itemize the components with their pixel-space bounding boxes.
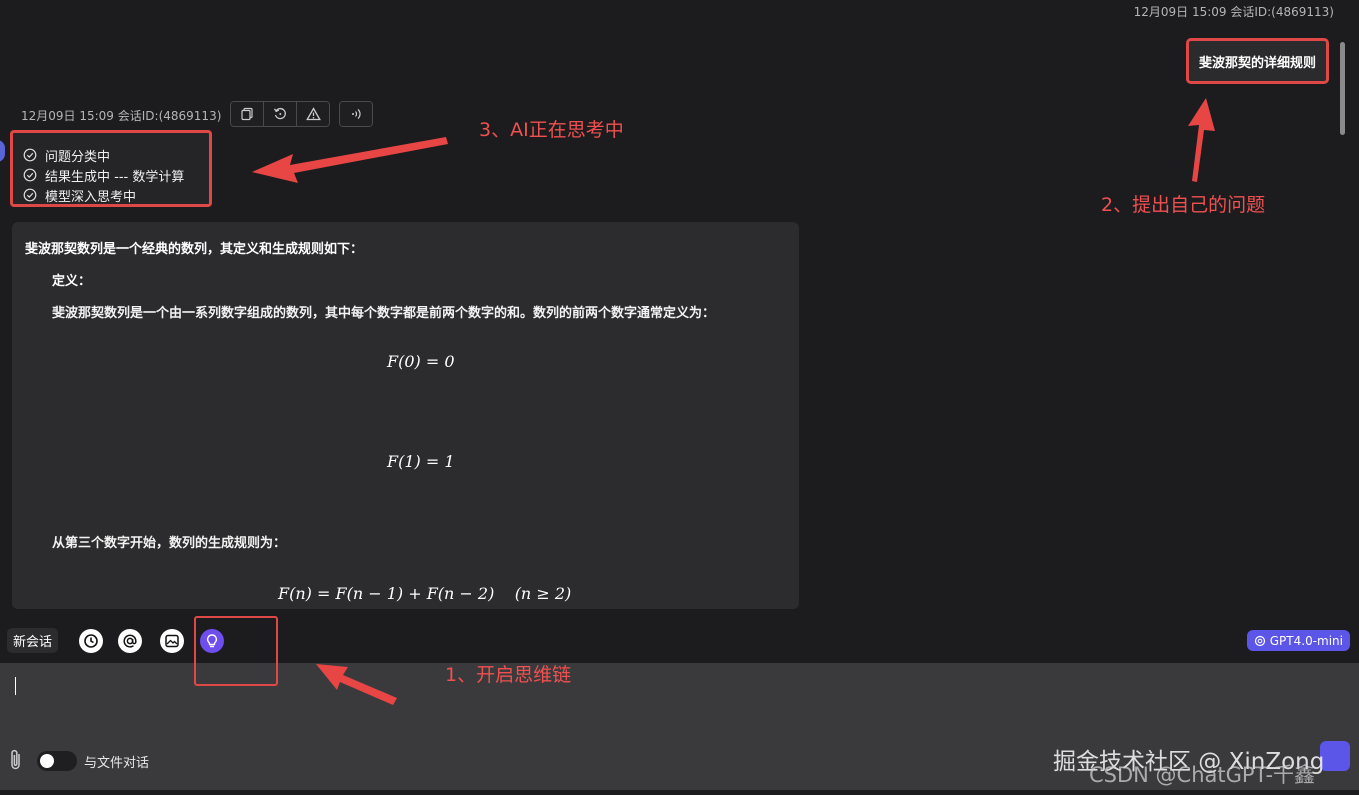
- watermark-csdn: CSDN @ChatGPT-千鑫: [1089, 763, 1316, 787]
- annotation-3: 3、AI正在思考中: [479, 119, 624, 141]
- annotation-2: 2、提出自己的问题: [1101, 194, 1266, 216]
- arrow-to-question: [1188, 98, 1215, 182]
- arrow-to-status: [252, 137, 448, 183]
- annotation-1: 1、开启思维链: [445, 664, 572, 686]
- annotation-arrows: [252, 98, 1215, 705]
- arrow-to-think-button: [316, 664, 397, 705]
